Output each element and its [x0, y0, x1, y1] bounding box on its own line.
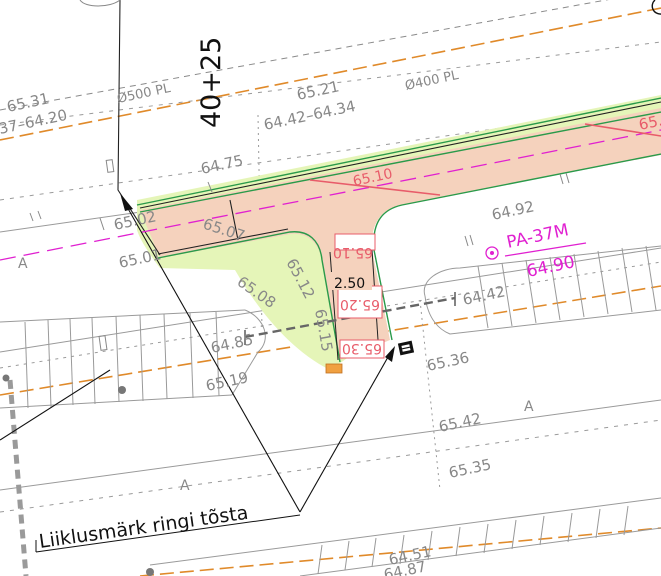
pipe-label-left: Ø500 PL: [116, 81, 173, 107]
elev-right-d: 65.42: [437, 409, 483, 436]
elev-road-a: 64.75: [199, 151, 245, 178]
station-label: 40+25: [196, 37, 227, 128]
design-level-4: 65.30: [342, 340, 382, 356]
elev-top-mid-range: 64.42–64.34: [262, 97, 357, 134]
curb-block: [325, 363, 343, 374]
callout-text: Liiklusmärk ringi tõsta: [38, 502, 250, 553]
well-level: 64.90: [525, 252, 577, 282]
dimension-text: 2.50: [334, 276, 365, 292]
callout-label: Liiklusmärk ringi tõsta: [38, 502, 250, 553]
traffic-sign-icon[interactable]: [397, 340, 415, 356]
elev-sidewalk-b: 65.19: [204, 368, 250, 395]
site-plan-drawing: 40+25 Ø500 PL Ø400 PL 65.31 37–64.20 65.…: [0, 0, 661, 576]
elev-sidewalk-a: 64.85: [209, 330, 255, 357]
well-id: PA-37M: [505, 220, 571, 253]
pipe-label-right: Ø400 PL: [404, 68, 461, 94]
structure-outline-right: [651, 0, 661, 15]
station-text: 40+25: [196, 37, 227, 128]
parking-stripes-left: [0, 309, 266, 409]
design-level-2: 65.10: [333, 244, 373, 260]
structure-outline: [79, 0, 121, 7]
elev-top-mid: 65.21: [295, 77, 341, 104]
area-mark-2: A: [524, 399, 534, 415]
area-mark-1: A: [18, 256, 28, 272]
dimension-label: 2.50: [330, 272, 372, 292]
elev-right-c: 65.36: [425, 348, 471, 375]
elev-right-e: 65.35: [447, 455, 493, 482]
annotation-line: [0, 369, 111, 441]
elev-road-d: 65.01: [117, 245, 163, 272]
design-level-3: 65.20: [340, 296, 380, 312]
parking-stripes-bottom: [299, 505, 661, 576]
elev-right-a: 64.92: [490, 197, 536, 224]
arrow-head-left: [120, 193, 133, 211]
well-labels: PA-37M 64.90: [505, 220, 577, 282]
area-mark-3: A: [180, 478, 190, 494]
well-marker-icon[interactable]: [485, 246, 499, 260]
